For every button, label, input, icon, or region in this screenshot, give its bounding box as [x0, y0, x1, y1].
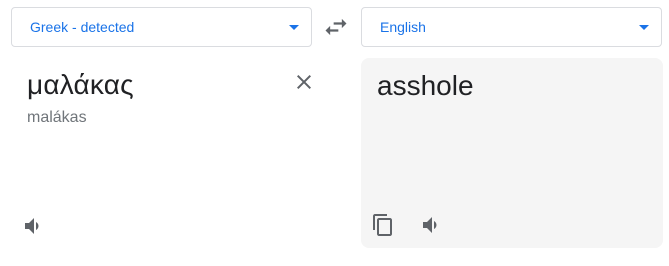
- volume-up-icon: [25, 218, 39, 234]
- translation-panel: asshole: [361, 58, 663, 248]
- clear-source-button[interactable]: [292, 70, 316, 94]
- target-language-label: English: [380, 19, 426, 35]
- source-text[interactable]: μαλάκας: [27, 69, 134, 101]
- listen-source-button[interactable]: [22, 214, 46, 238]
- copy-icon: [373, 214, 392, 236]
- source-transliteration: malákas: [27, 109, 87, 126]
- swap-languages-button[interactable]: [322, 13, 350, 41]
- volume-up-icon: [423, 217, 437, 233]
- close-icon: [297, 75, 311, 89]
- translate-widget: Greek - detected English μαλάκας malákas…: [0, 0, 669, 266]
- translated-text: asshole: [377, 70, 474, 101]
- copy-translation-button[interactable]: [371, 213, 395, 237]
- chevron-down-icon: [289, 25, 299, 30]
- listen-translation-button[interactable]: [420, 213, 444, 237]
- source-language-select[interactable]: Greek - detected: [11, 7, 312, 47]
- swap-horiz-icon: [325, 18, 347, 36]
- chevron-down-icon: [639, 25, 649, 30]
- target-language-select[interactable]: English: [361, 7, 662, 47]
- source-language-label: Greek - detected: [30, 19, 135, 35]
